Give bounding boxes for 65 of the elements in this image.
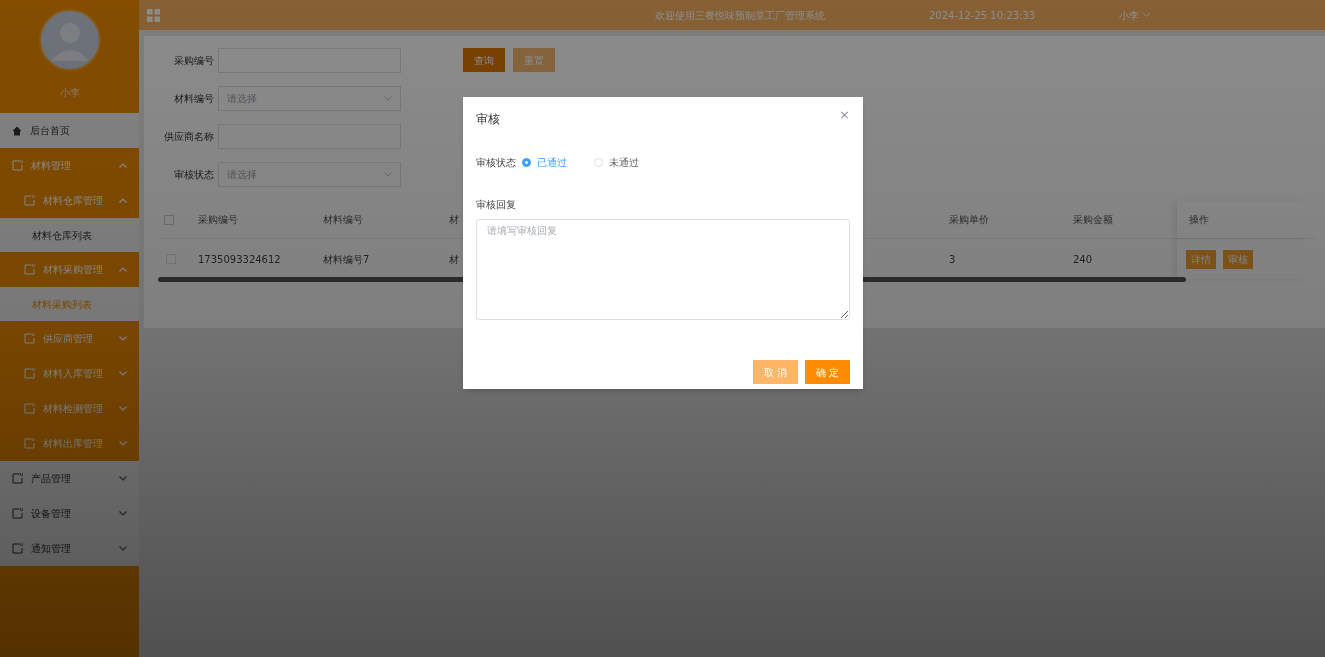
field-label: 材料编号 xyxy=(173,92,214,106)
chevron-down-icon xyxy=(119,336,127,341)
details-button[interactable]: 详情 xyxy=(1186,249,1216,269)
radio-label[interactable]: 未通过 xyxy=(609,155,639,170)
sidebar-item[interactable]: 材料采购列表 xyxy=(0,287,139,321)
home-icon xyxy=(12,125,22,136)
checkbox[interactable] xyxy=(164,214,174,225)
chevron-down-icon xyxy=(119,476,127,481)
document-icon xyxy=(12,508,23,519)
review-button[interactable]: 审核 xyxy=(1223,249,1253,269)
table-cell: 材料编号7 xyxy=(323,253,370,265)
avatar-icon xyxy=(38,9,101,71)
confirm-button[interactable]: 确 定 xyxy=(805,360,850,384)
document-icon xyxy=(12,473,23,484)
user-menu[interactable]: 小李 xyxy=(1119,7,1151,23)
chevron-down-icon xyxy=(119,546,127,551)
table-cell: 3 xyxy=(949,253,956,265)
table-cell: 材 xyxy=(449,253,459,265)
sidebar-item[interactable]: 后台首页 xyxy=(0,113,139,148)
document-icon xyxy=(24,438,35,449)
document-icon xyxy=(24,195,35,206)
document-icon xyxy=(24,368,35,379)
radio-label[interactable]: 已通过 xyxy=(537,155,567,170)
sidebar-menu-item[interactable]: 产品管理 xyxy=(0,461,139,496)
field-label: 审核状态 xyxy=(476,156,516,170)
field-label: 审核回复 xyxy=(476,198,517,212)
document-icon xyxy=(24,264,35,275)
field-label: 供应商名称 xyxy=(163,130,214,144)
dialog-title: 审核 xyxy=(476,111,500,128)
column-header: 采购单价 xyxy=(949,214,989,225)
chevron-down-icon xyxy=(119,441,127,446)
system-title: 欢迎使用三餐悦味预制菜工厂管理系统 xyxy=(655,8,825,23)
table-cell: 240 xyxy=(1073,253,1093,265)
chevron-down-icon xyxy=(119,511,127,516)
close-button[interactable]: × xyxy=(839,108,850,121)
chevron-down-icon xyxy=(119,406,127,411)
column-header: 操作 xyxy=(1189,213,1209,227)
cancel-button[interactable]: 取 消 xyxy=(753,360,798,384)
datetime: 2024-12-25 10:23:33 xyxy=(929,8,1036,23)
user-name: 小李 xyxy=(59,86,80,100)
table-cell: 1735093324612 xyxy=(198,253,281,265)
column-header: 采购金额 xyxy=(1073,214,1113,225)
column-header: 采购编号 xyxy=(198,214,238,225)
chevron-down-icon xyxy=(384,96,392,101)
document-icon xyxy=(12,160,23,171)
radio-button[interactable] xyxy=(522,158,531,167)
document-icon xyxy=(24,403,35,414)
chevron-down-icon xyxy=(119,371,127,376)
document-icon xyxy=(12,543,23,554)
document-icon xyxy=(24,333,35,344)
chevron-down-icon xyxy=(384,172,392,177)
chevron-up-icon xyxy=(119,267,127,272)
caret-icon xyxy=(1143,13,1151,17)
column-header: 材 xyxy=(449,214,459,225)
sidebar-menu-item[interactable]: 设备管理 xyxy=(0,496,139,531)
grid-icon[interactable] xyxy=(147,8,160,22)
sidebar-menu-item[interactable]: 通知管理 xyxy=(0,531,139,566)
reply-textarea[interactable]: 请填写审核回复 xyxy=(476,219,850,320)
field-label: 审核状态 xyxy=(173,168,214,182)
chevron-up-icon xyxy=(119,198,127,203)
chevron-up-icon xyxy=(119,163,127,168)
column-header: 材料编号 xyxy=(323,214,363,225)
sidebar-item[interactable]: 材料仓库列表 xyxy=(0,218,139,252)
field-label: 采购编号 xyxy=(173,54,214,68)
search-button[interactable]: 查询 xyxy=(463,48,505,72)
